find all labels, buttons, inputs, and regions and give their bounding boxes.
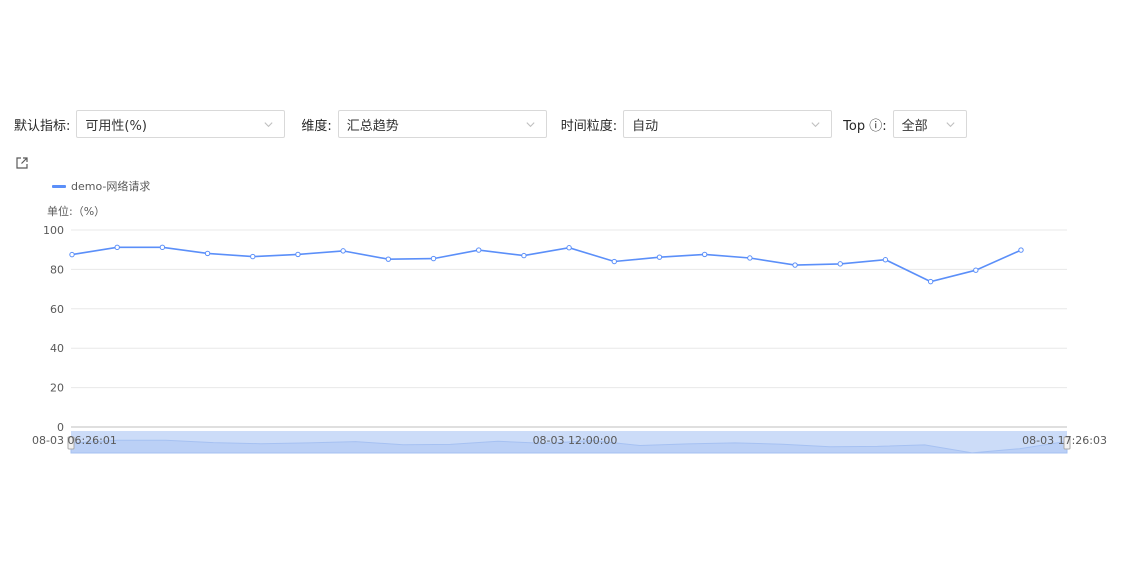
data-point[interactable] — [566, 245, 572, 251]
data-point[interactable] — [159, 244, 166, 251]
line-chart: 0 20 40 60 80 100 08-03 06:26:01 08-03 12:00:0… — [32, 224, 1107, 454]
y-tick-label: 80 — [50, 263, 64, 276]
data-point[interactable] — [656, 254, 663, 260]
data-point[interactable] — [114, 244, 120, 251]
data-point[interactable] — [430, 255, 437, 262]
data-point[interactable] — [385, 256, 392, 262]
x-label-end: 08-03 17:26:03 — [1022, 434, 1107, 447]
series-line — [71, 246, 1022, 283]
data-point[interactable] — [747, 255, 753, 261]
y-tick-label: 20 — [50, 382, 64, 395]
grid-lines — [71, 229, 1067, 428]
y-axis-ticks: 0 20 40 60 80 100 — [43, 224, 64, 434]
data-point[interactable] — [521, 252, 527, 259]
data-point[interactable] — [882, 257, 889, 263]
data-point[interactable] — [295, 251, 301, 258]
data-point[interactable] — [792, 262, 798, 268]
x-label-mid: 08-03 12:00:00 — [533, 434, 618, 447]
y-tick-label: 100 — [43, 224, 64, 237]
data-point[interactable] — [837, 261, 843, 267]
data-point[interactable] — [1018, 247, 1024, 253]
data-point[interactable] — [611, 258, 617, 265]
data-point[interactable] — [476, 247, 482, 253]
data-point[interactable] — [340, 248, 346, 254]
data-point[interactable] — [927, 278, 934, 285]
x-label-start: 08-03 06:26:01 — [32, 434, 117, 447]
data-point[interactable] — [973, 267, 979, 273]
y-tick-label: 0 — [57, 421, 64, 434]
data-point[interactable] — [250, 253, 256, 260]
data-point[interactable] — [701, 251, 708, 258]
y-tick-label: 60 — [50, 303, 64, 316]
series-layer — [69, 244, 1024, 285]
y-tick-label: 40 — [50, 342, 64, 355]
data-point[interactable] — [204, 250, 211, 257]
data-point[interactable] — [69, 251, 75, 258]
